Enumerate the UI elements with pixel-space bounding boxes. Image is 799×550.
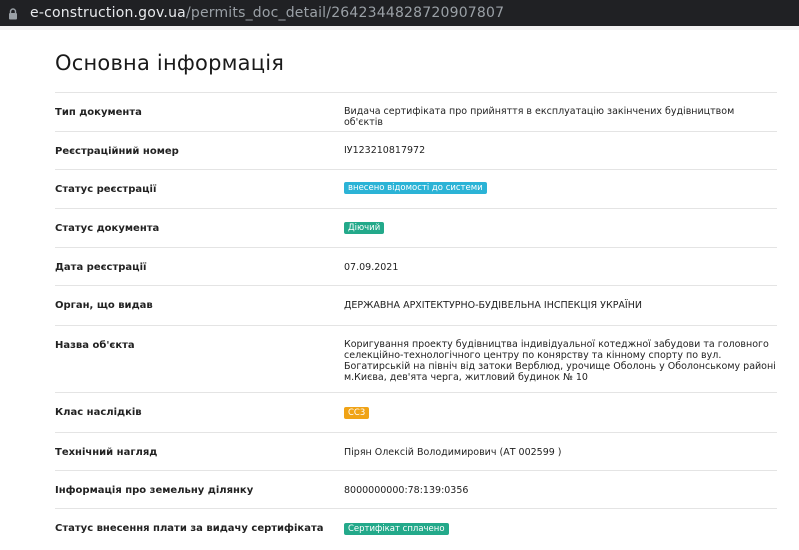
row-label: Статус реєстрації bbox=[55, 184, 157, 195]
row-label: Орган, що видав bbox=[55, 300, 153, 311]
row-value-container: Сертифікат сплачено bbox=[344, 523, 776, 535]
info-row-registration-date: Дата реєстрації 07.09.2021 bbox=[55, 247, 777, 285]
info-row-object-name: Назва об'єкта Коригування проекту будівн… bbox=[55, 325, 777, 392]
row-value: ІУ123210817972 bbox=[344, 145, 426, 156]
lock-icon[interactable] bbox=[8, 7, 18, 20]
row-label: Статус внесення плати за видачу сертифік… bbox=[55, 523, 324, 534]
status-badge: Діючий bbox=[344, 222, 385, 234]
row-label: Інформація про земельну ділянку bbox=[55, 485, 254, 496]
info-table: Тип документа Видача сертифіката про при… bbox=[55, 92, 777, 546]
row-label: Клас наслідків bbox=[55, 407, 142, 418]
page-title: Основна інформація bbox=[55, 51, 285, 75]
url-domain: e-construction.gov.ua bbox=[30, 5, 186, 21]
info-row-consequence-class: Клас наслідків СС3 bbox=[55, 392, 777, 432]
row-value-container: СС3 bbox=[344, 407, 776, 419]
row-label: Статус документа bbox=[55, 223, 160, 234]
page-top-divider bbox=[0, 26, 799, 30]
info-row-technical-supervision: Технічний нагляд Пірян Олексій Володимир… bbox=[55, 432, 777, 470]
info-row-document-type: Тип документа Видача сертифіката про при… bbox=[55, 92, 777, 131]
row-label: Реєстраційний номер bbox=[55, 146, 179, 157]
row-value-container: Діючий bbox=[344, 222, 776, 234]
row-value-container: внесено відомості до системи bbox=[344, 182, 776, 194]
browser-address-bar[interactable]: e-construction.gov.ua/permits_doc_detail… bbox=[0, 0, 799, 26]
row-value: Видача сертифіката про прийняття в експл… bbox=[344, 106, 735, 128]
class-badge: СС3 bbox=[344, 407, 370, 419]
info-row-registration-number: Реєстраційний номер ІУ123210817972 bbox=[55, 131, 777, 169]
payment-status-badge: Сертифікат сплачено bbox=[344, 523, 449, 535]
row-value: 8000000000:78:139:0356 bbox=[344, 485, 469, 496]
info-row-payment-status: Статус внесення плати за видачу сертифік… bbox=[55, 508, 777, 546]
url-path: /permits_doc_detail/2642344828720907807 bbox=[185, 5, 505, 21]
row-label: Назва об'єкта bbox=[55, 340, 135, 351]
info-row-registration-status: Статус реєстрації внесено відомості до с… bbox=[55, 169, 777, 208]
row-value: ДЕРЖАВНА АРХІТЕКТУРНО-БУДІВЕЛЬНА ІНСПЕКЦ… bbox=[344, 300, 642, 311]
status-badge: внесено відомості до системи bbox=[344, 182, 487, 194]
info-row-document-status: Статус документа Діючий bbox=[55, 208, 777, 247]
row-label: Технічний нагляд bbox=[55, 447, 158, 458]
info-row-issuing-authority: Орган, що видав ДЕРЖАВНА АРХІТЕКТУРНО-БУ… bbox=[55, 285, 777, 325]
url-text[interactable]: e-construction.gov.ua/permits_doc_detail… bbox=[30, 5, 504, 21]
row-value: Коригування проекту будівництва індивіду… bbox=[344, 339, 776, 383]
row-value: Пірян Олексій Володимирович (АТ 002599 ) bbox=[344, 447, 562, 458]
row-label: Дата реєстрації bbox=[55, 262, 147, 273]
row-label: Тип документа bbox=[55, 107, 142, 118]
row-value: 07.09.2021 bbox=[344, 262, 399, 273]
info-row-land-plot: Інформація про земельну ділянку 80000000… bbox=[55, 470, 777, 508]
